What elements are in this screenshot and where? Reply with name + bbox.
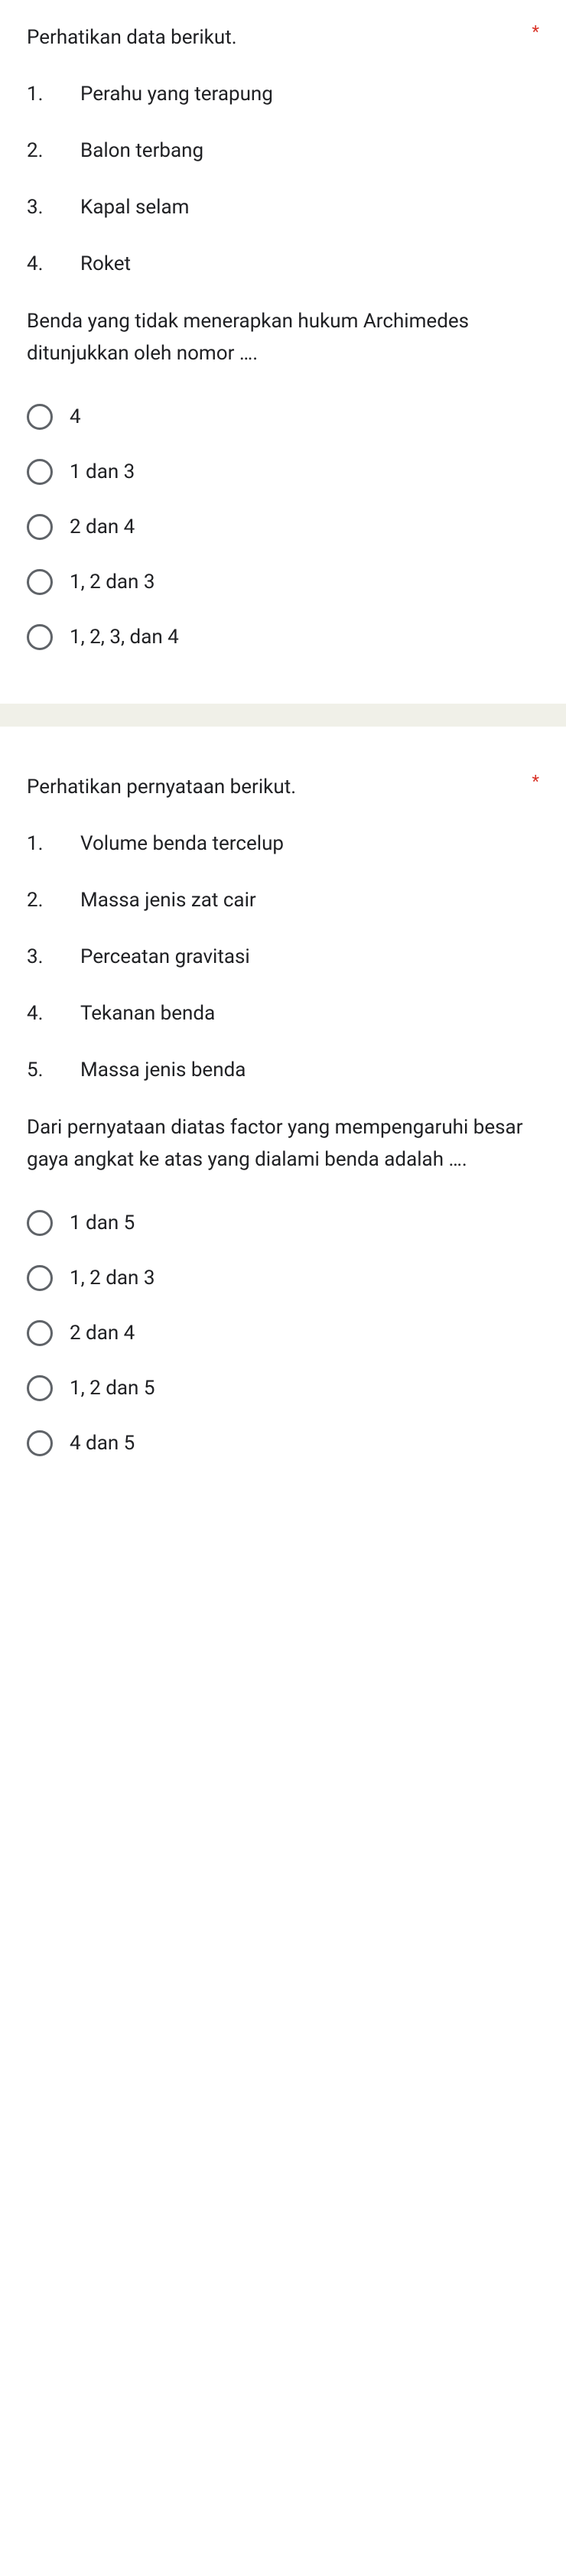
- question-intro: Perhatikan pernyataan berikut.: [27, 772, 296, 802]
- item-text: Balon terbang: [80, 136, 539, 166]
- option-label: 1, 2 dan 3: [70, 1267, 155, 1290]
- option-row[interactable]: 2 dan 4: [27, 514, 539, 540]
- item-number: 3.: [27, 942, 80, 972]
- item-text: Roket: [80, 249, 539, 279]
- option-label: 4: [70, 405, 81, 428]
- item-number: 4.: [27, 249, 80, 279]
- radio-icon[interactable]: [27, 624, 53, 650]
- item-text: Tekanan benda: [80, 999, 539, 1029]
- option-label: 1 dan 3: [70, 460, 135, 483]
- option-row[interactable]: 1 dan 5: [27, 1210, 539, 1236]
- radio-icon[interactable]: [27, 514, 53, 540]
- numbered-list: 1. Volume benda tercelup 2. Massa jenis …: [27, 829, 539, 1085]
- question-block-1: Perhatikan data berikut. * 1. Perahu yan…: [0, 0, 566, 681]
- option-row[interactable]: 4 dan 5: [27, 1430, 539, 1456]
- required-mark: *: [532, 23, 539, 42]
- radio-icon[interactable]: [27, 1375, 53, 1401]
- radio-icon[interactable]: [27, 1265, 53, 1291]
- option-label: 2 dan 4: [70, 516, 135, 538]
- item-number: 4.: [27, 999, 80, 1029]
- item-text: Perahu yang terapung: [80, 80, 539, 109]
- radio-icon[interactable]: [27, 1320, 53, 1346]
- item-number: 2.: [27, 886, 80, 916]
- option-row[interactable]: 1, 2 dan 3: [27, 569, 539, 595]
- list-item: 1. Perahu yang terapung: [27, 80, 539, 109]
- item-number: 1.: [27, 80, 80, 109]
- option-row[interactable]: 1, 2 dan 3: [27, 1265, 539, 1291]
- option-label: 1, 2 dan 3: [70, 571, 155, 594]
- question-intro: Perhatikan data berikut.: [27, 23, 237, 53]
- list-item: 1. Volume benda tercelup: [27, 829, 539, 859]
- item-text: Kapal selam: [80, 193, 539, 223]
- item-number: 2.: [27, 136, 80, 166]
- option-label: 1 dan 5: [70, 1212, 135, 1234]
- list-item: 3. Perceatan gravitasi: [27, 942, 539, 972]
- option-label: 4 dan 5: [70, 1432, 135, 1455]
- option-row[interactable]: 2 dan 4: [27, 1320, 539, 1346]
- question-header: Perhatikan pernyataan berikut. *: [27, 772, 539, 802]
- option-label: 1, 2 dan 5: [70, 1377, 155, 1400]
- list-item: 2. Balon terbang: [27, 136, 539, 166]
- option-row[interactable]: 1 dan 3: [27, 459, 539, 485]
- radio-icon[interactable]: [27, 1210, 53, 1236]
- question-block-2: Perhatikan pernyataan berikut. * 1. Volu…: [0, 750, 566, 1487]
- radio-icon[interactable]: [27, 1430, 53, 1456]
- options-list: 4 1 dan 3 2 dan 4 1, 2 dan 3 1, 2, 3, da…: [27, 404, 539, 650]
- question-prompt: Dari pernyataan diatas factor yang mempe…: [27, 1112, 539, 1176]
- radio-icon[interactable]: [27, 569, 53, 595]
- list-item: 4. Tekanan benda: [27, 999, 539, 1029]
- item-number: 1.: [27, 829, 80, 859]
- item-text: Massa jenis zat cair: [80, 886, 539, 916]
- item-text: Massa jenis benda: [80, 1055, 539, 1085]
- section-divider: [0, 704, 566, 727]
- item-number: 5.: [27, 1055, 80, 1085]
- options-list: 1 dan 5 1, 2 dan 3 2 dan 4 1, 2 dan 5 4 …: [27, 1210, 539, 1456]
- option-row[interactable]: 1, 2, 3, dan 4: [27, 624, 539, 650]
- item-text: Perceatan gravitasi: [80, 942, 539, 972]
- radio-icon[interactable]: [27, 404, 53, 430]
- item-text: Volume benda tercelup: [80, 829, 539, 859]
- radio-icon[interactable]: [27, 459, 53, 485]
- item-number: 3.: [27, 193, 80, 223]
- option-row[interactable]: 4: [27, 404, 539, 430]
- option-row[interactable]: 1, 2 dan 5: [27, 1375, 539, 1401]
- option-label: 1, 2, 3, dan 4: [70, 626, 179, 649]
- list-item: 2. Massa jenis zat cair: [27, 886, 539, 916]
- numbered-list: 1. Perahu yang terapung 2. Balon terbang…: [27, 80, 539, 279]
- required-mark: *: [532, 772, 539, 792]
- question-header: Perhatikan data berikut. *: [27, 23, 539, 53]
- list-item: 5. Massa jenis benda: [27, 1055, 539, 1085]
- list-item: 4. Roket: [27, 249, 539, 279]
- question-prompt: Benda yang tidak menerapkan hukum Archim…: [27, 306, 539, 369]
- option-label: 2 dan 4: [70, 1322, 135, 1345]
- list-item: 3. Kapal selam: [27, 193, 539, 223]
